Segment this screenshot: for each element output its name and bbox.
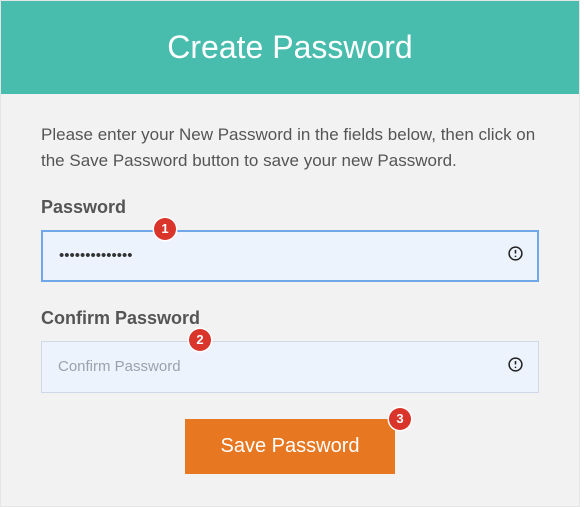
- annotation-badge-2: 2: [189, 329, 211, 351]
- save-password-button[interactable]: Save Password: [185, 419, 396, 474]
- panel-content: Please enter your New Password in the fi…: [1, 94, 579, 506]
- annotation-badge-1: 1: [154, 218, 176, 240]
- create-password-panel: Create Password Please enter your New Pa…: [0, 0, 580, 507]
- confirm-password-input[interactable]: [41, 341, 539, 393]
- instruction-text: Please enter your New Password in the fi…: [41, 122, 539, 175]
- page-title: Create Password: [167, 29, 412, 66]
- password-input[interactable]: [41, 230, 539, 282]
- button-row: Save Password 3: [41, 419, 539, 474]
- annotation-badge-3: 3: [389, 408, 411, 430]
- panel-header: Create Password: [1, 1, 579, 94]
- confirm-password-input-wrapper: 2: [41, 341, 539, 393]
- password-label: Password: [41, 197, 539, 218]
- password-input-wrapper: 1: [41, 230, 539, 282]
- confirm-password-label: Confirm Password: [41, 308, 539, 329]
